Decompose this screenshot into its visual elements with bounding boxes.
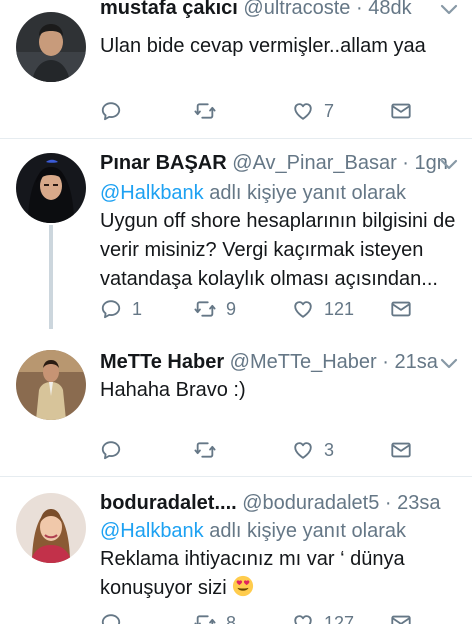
like-button[interactable]: 127 bbox=[292, 610, 354, 624]
username[interactable]: @ultracoste bbox=[243, 0, 350, 19]
tweet[interactable]: MeTTe Haber @MeTTe_Haber · 21sa Hahaha B… bbox=[0, 338, 472, 476]
separator-dot: · bbox=[402, 152, 409, 174]
timestamp[interactable]: 48dk bbox=[368, 0, 411, 19]
tweet-text-line: Ulan bide cevap vermişler..allam yaa bbox=[100, 35, 426, 57]
avatar[interactable] bbox=[16, 493, 86, 563]
tweet-header: mustafa çakıcı @ultracoste · 48dk bbox=[100, 0, 412, 22]
tweet-text-line: Reklama ihtiyacınız mı var ‘ dünya bbox=[100, 548, 405, 570]
like-count: 3 bbox=[324, 439, 335, 460]
retweet-button[interactable] bbox=[194, 437, 216, 463]
tweet-actions: 3 bbox=[100, 437, 420, 463]
like-button[interactable]: 121 bbox=[292, 296, 354, 322]
reply-button[interactable] bbox=[100, 610, 122, 624]
reply-mention-link[interactable]: @Halkbank bbox=[100, 182, 204, 204]
retweet-icon bbox=[194, 100, 216, 122]
avatar[interactable] bbox=[16, 12, 86, 82]
direct-message-button[interactable] bbox=[390, 437, 412, 463]
timestamp[interactable]: 21sa bbox=[395, 351, 438, 373]
username[interactable]: @Av_Pinar_Basar bbox=[232, 152, 396, 174]
username[interactable]: @MeTTe_Haber bbox=[230, 351, 377, 373]
tweet-header: boduradalet.... @boduradalet5 · 23sa bbox=[100, 489, 441, 517]
chevron-down-icon[interactable] bbox=[440, 159, 458, 171]
tweet-header: Pınar BAŞAR @Av_Pinar_Basar · 1gn bbox=[100, 149, 448, 177]
message-icon bbox=[390, 439, 412, 461]
tweet-text-line: verir misiniz? Vergi kaçırmak isteyen bbox=[100, 239, 424, 261]
like-count: 121 bbox=[324, 298, 355, 319]
tweet-actions: 7 bbox=[100, 98, 420, 124]
tweet[interactable]: Pınar BAŞAR @Av_Pinar_Basar · 1gn @Halkb… bbox=[0, 139, 472, 338]
direct-message-button[interactable] bbox=[390, 610, 412, 624]
reply-icon bbox=[100, 612, 122, 624]
replying-to: @Halkbank adlı kişiye yanıt olarak bbox=[100, 517, 406, 545]
tweet-text: Reklama ihtiyacınız mı var ‘ dünya konuş… bbox=[100, 545, 460, 603]
chevron-down-icon[interactable] bbox=[440, 358, 458, 370]
tweet[interactable]: mustafa çakıcı @ultracoste · 48dk Ulan b… bbox=[0, 0, 472, 138]
message-icon bbox=[390, 298, 412, 320]
like-icon bbox=[292, 298, 314, 320]
like-count: 7 bbox=[324, 100, 335, 121]
message-icon bbox=[390, 612, 412, 624]
direct-message-button[interactable] bbox=[390, 98, 412, 124]
retweet-button[interactable]: 8 bbox=[194, 610, 236, 624]
display-name[interactable]: Pınar BAŞAR bbox=[100, 152, 227, 174]
username[interactable]: @boduradalet5 bbox=[242, 492, 379, 514]
reply-mention-link[interactable]: @Halkbank bbox=[100, 520, 204, 542]
tweet-actions: 8 127 bbox=[100, 610, 420, 624]
tweet-text-line: vatandaşa kolaylık olması açısından... bbox=[100, 268, 438, 290]
display-name[interactable]: boduradalet.... bbox=[100, 492, 237, 514]
retweet-button[interactable] bbox=[194, 98, 216, 124]
tweet-actions: 1 9 121 bbox=[100, 296, 420, 322]
reply-button[interactable] bbox=[100, 98, 122, 124]
tweet-text-line: Uygun off shore hesaplarının bilgisini d… bbox=[100, 210, 456, 232]
tweet-text: Uygun off shore hesaplarının bilgisini d… bbox=[100, 207, 460, 294]
reply-icon bbox=[100, 439, 122, 461]
reply-icon bbox=[100, 100, 122, 122]
like-icon bbox=[292, 439, 314, 461]
like-icon bbox=[292, 100, 314, 122]
tweet-text: Ulan bide cevap vermişler..allam yaa bbox=[100, 32, 460, 61]
reply-icon bbox=[100, 298, 122, 320]
tweet-text-fragment: konuşuyor sizi bbox=[100, 577, 227, 599]
retweet-count: 9 bbox=[226, 298, 237, 319]
reply-count: 1 bbox=[132, 298, 143, 319]
avatar[interactable] bbox=[16, 350, 86, 420]
thread-connector bbox=[49, 225, 53, 329]
reply-button[interactable] bbox=[100, 437, 122, 463]
tweet-text-line-with-emoji: konuşuyor sizi bbox=[100, 574, 460, 603]
display-name[interactable]: mustafa çakıcı bbox=[100, 0, 238, 19]
replying-to: @Halkbank adlı kişiye yanıt olarak bbox=[100, 179, 406, 207]
reply-context-text: adlı kişiye yanıt olarak bbox=[203, 520, 407, 542]
retweet-icon bbox=[194, 439, 216, 461]
timestamp[interactable]: 23sa bbox=[397, 492, 440, 514]
separator-dot: · bbox=[384, 492, 392, 514]
message-icon bbox=[390, 100, 412, 122]
separator-dot: · bbox=[382, 351, 389, 373]
display-name[interactable]: MeTTe Haber bbox=[100, 351, 224, 373]
tweet-text-line: Hahaha Bravo :) bbox=[100, 379, 246, 401]
tweet-header: MeTTe Haber @MeTTe_Haber · 21sa bbox=[100, 348, 438, 376]
avatar[interactable] bbox=[16, 153, 86, 223]
direct-message-button[interactable] bbox=[390, 296, 412, 322]
heart-eyes-emoji bbox=[233, 575, 254, 597]
like-button[interactable]: 3 bbox=[292, 437, 334, 463]
like-button[interactable]: 7 bbox=[292, 98, 334, 124]
retweet-icon bbox=[194, 612, 216, 624]
like-count: 127 bbox=[324, 612, 355, 624]
retweet-count: 8 bbox=[226, 612, 237, 624]
retweet-icon bbox=[194, 298, 216, 320]
separator-dot: · bbox=[356, 0, 363, 19]
like-icon bbox=[292, 612, 314, 624]
tweet-text: Hahaha Bravo :) bbox=[100, 376, 460, 405]
reply-button[interactable]: 1 bbox=[100, 296, 142, 322]
retweet-button[interactable]: 9 bbox=[194, 296, 236, 322]
reply-context-text: adlı kişiye yanıt olarak bbox=[203, 182, 407, 204]
tweet[interactable]: boduradalet.... @boduradalet5 · 23sa @Ha… bbox=[0, 477, 472, 624]
chevron-down-icon[interactable] bbox=[440, 4, 458, 16]
